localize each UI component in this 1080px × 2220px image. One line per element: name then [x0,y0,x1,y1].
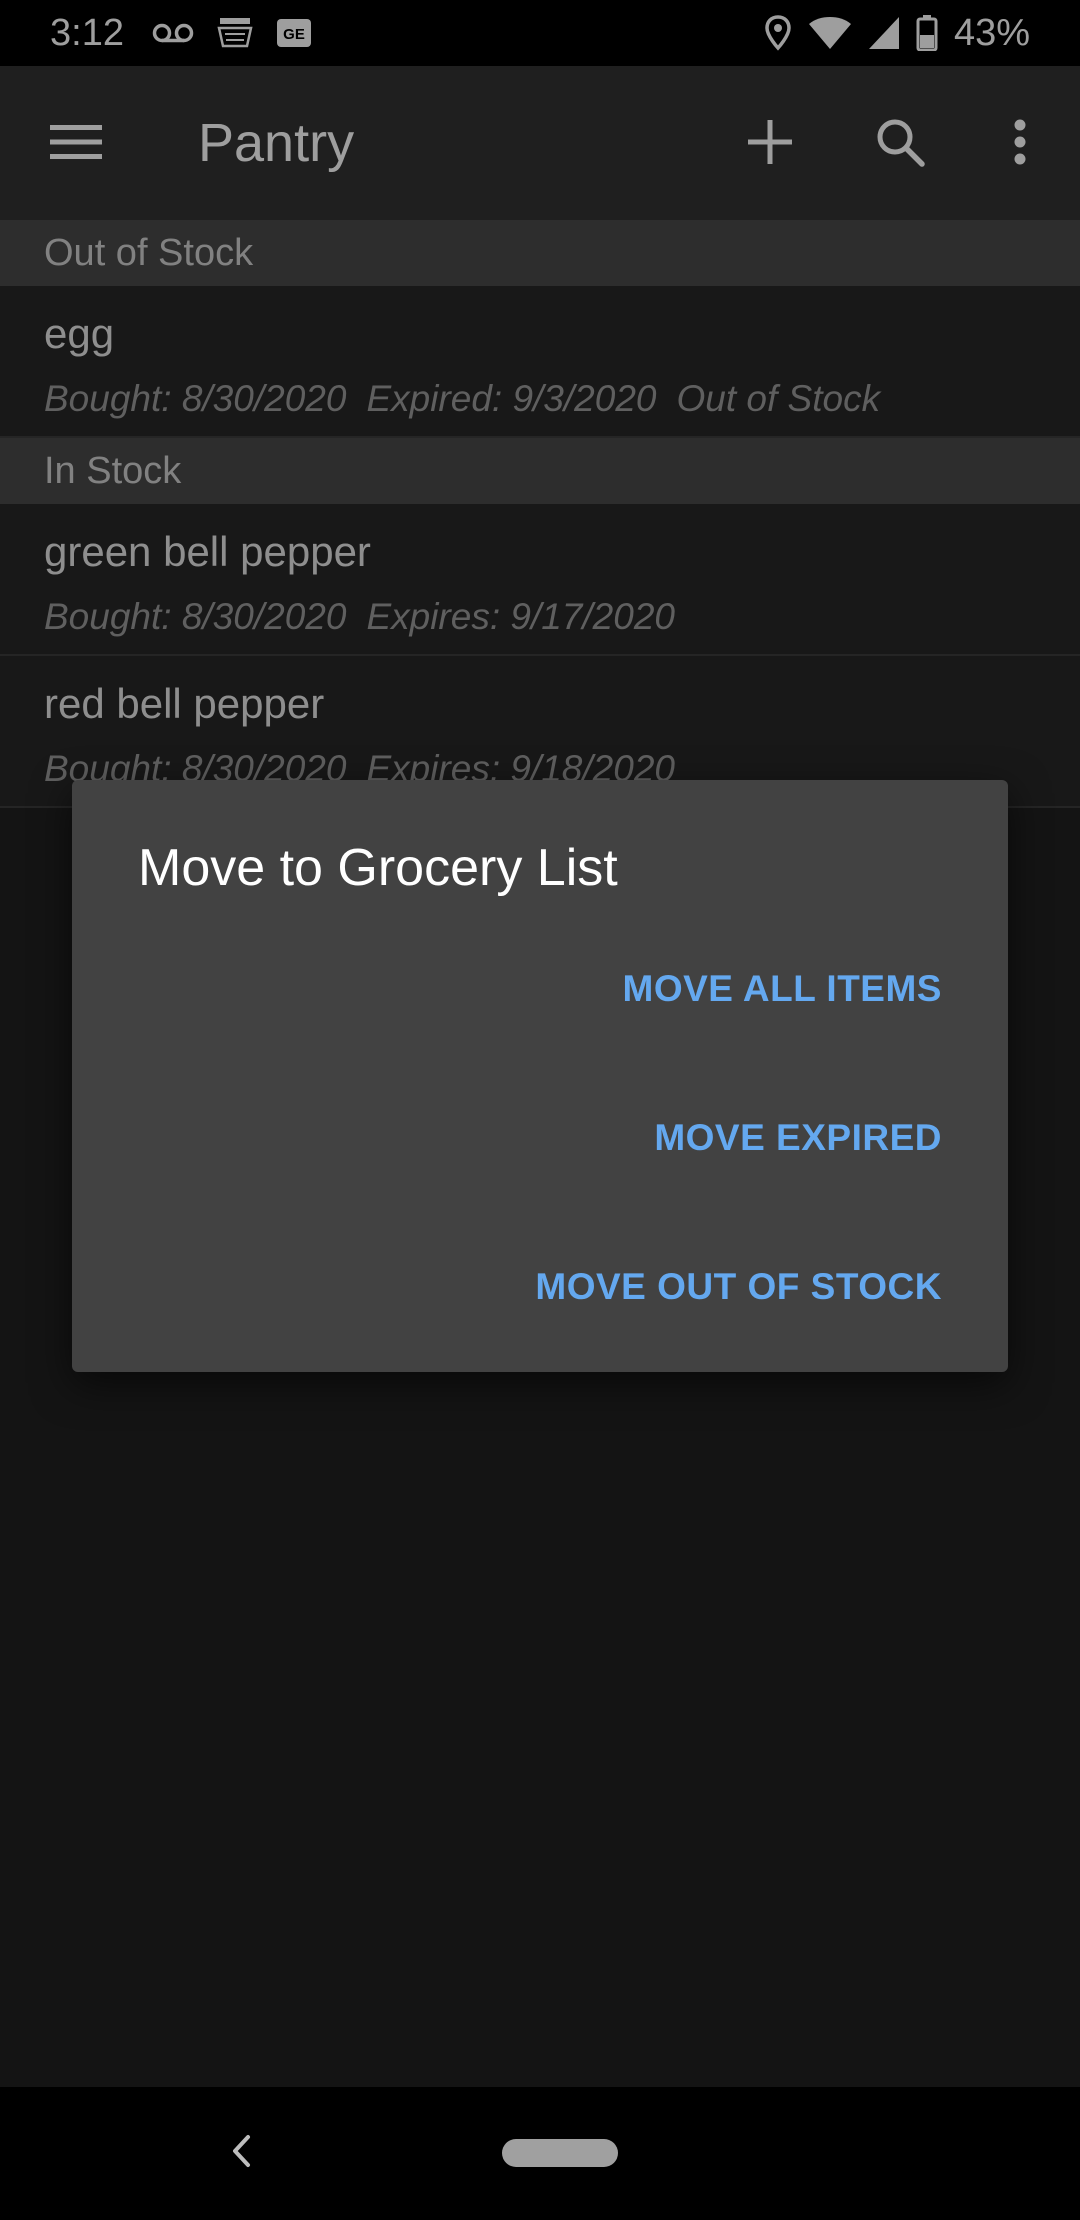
home-button[interactable] [502,2139,618,2167]
dialog-title: Move to Grocery List [138,839,618,897]
move-to-grocery-dialog: Move to Grocery List MOVE ALL ITEMS MOVE… [72,780,1008,1372]
navigation-bar [0,2087,1080,2220]
back-chevron-icon [230,2133,252,2174]
back-button[interactable] [214,2123,268,2183]
move-all-items-button[interactable]: MOVE ALL ITEMS [623,960,942,1018]
move-expired-button[interactable]: MOVE EXPIRED [654,1109,942,1167]
move-out-of-stock-button[interactable]: MOVE OUT OF STOCK [535,1258,942,1316]
